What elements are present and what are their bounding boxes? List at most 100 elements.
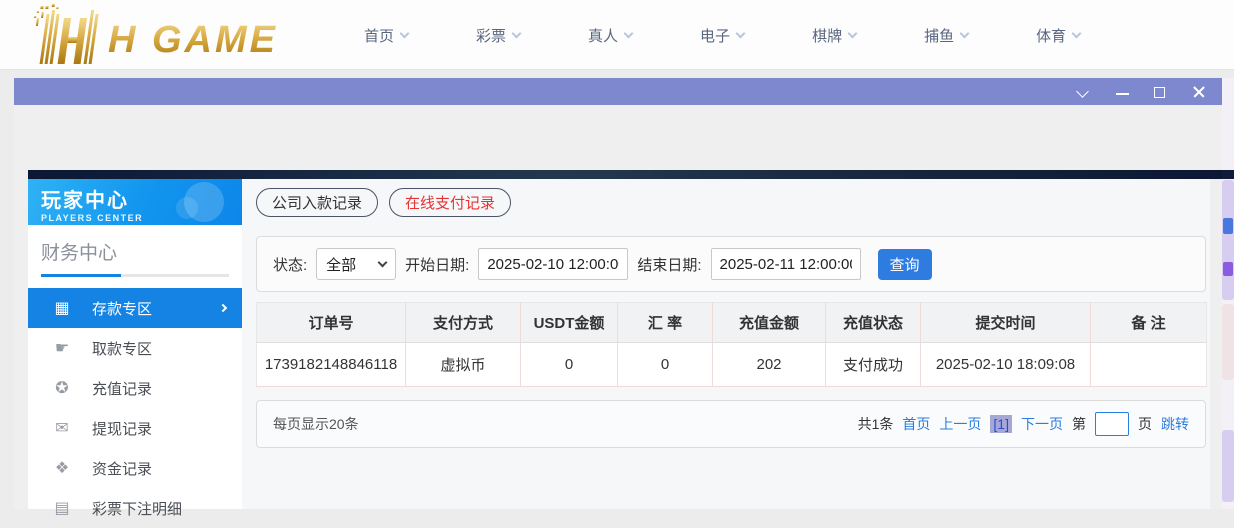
table-header-row: 订单号 支付方式 USDT金额 汇 率 充值金额 充值状态 提交时间 备 注 bbox=[257, 303, 1207, 343]
cell-pay-method: 虚拟币 bbox=[406, 343, 521, 387]
chevron-down-icon bbox=[378, 258, 388, 268]
start-date-input[interactable] bbox=[478, 248, 628, 280]
col-exchange-rate: 汇 率 bbox=[618, 303, 713, 343]
divider-bar bbox=[28, 170, 1232, 179]
cell-submit-time: 2025-02-10 18:09:08 bbox=[921, 343, 1091, 387]
chevron-down-icon bbox=[736, 29, 746, 39]
next-page-link[interactable]: 下一页 bbox=[1021, 414, 1063, 434]
sidebar-item-funds-records[interactable]: ❖ 资金记录 bbox=[28, 448, 242, 488]
sidebar: 玩家中心 PLAYERS CENTER 财务中心 ▦ 存款专区 ☛ 取款专区 ✪… bbox=[28, 179, 242, 509]
tab-company-deposit-records[interactable]: 公司入款记录 bbox=[256, 188, 378, 217]
coins-bag-icon: ❖ bbox=[52, 458, 72, 478]
occluded-page-strip bbox=[1222, 78, 1234, 509]
list-icon: ▤ bbox=[52, 498, 72, 518]
nav-label: 真人 bbox=[588, 25, 618, 46]
table-row: 1739182148846118 虚拟币 0 0 202 支付成功 2025-0… bbox=[257, 343, 1207, 387]
col-recharge-status: 充值状态 bbox=[826, 303, 921, 343]
col-pay-method: 支付方式 bbox=[406, 303, 521, 343]
chevron-down-icon bbox=[624, 29, 634, 39]
nav-item-lottery[interactable]: 彩票 bbox=[442, 25, 554, 46]
logo-mark bbox=[28, 4, 100, 64]
nav-item-sports[interactable]: 体育 bbox=[1002, 25, 1114, 46]
cell-usdt-amount: 0 bbox=[521, 343, 618, 387]
nav-label: 体育 bbox=[1036, 25, 1066, 46]
jump-button[interactable]: 跳转 bbox=[1161, 414, 1189, 434]
occluded-fragment bbox=[1222, 430, 1234, 502]
sidebar-item-withdrawal-records[interactable]: ✉ 提现记录 bbox=[28, 408, 242, 448]
nav-item-fishing[interactable]: 捕鱼 bbox=[890, 25, 1002, 46]
sidebar-item-recharge-records[interactable]: ✪ 充值记录 bbox=[28, 368, 242, 408]
records-table: 订单号 支付方式 USDT金额 汇 率 充值金额 充值状态 提交时间 备 注 1… bbox=[256, 302, 1207, 387]
main-nav: 首页 彩票 真人 电子 棋牌 捕鱼 体育 bbox=[330, 0, 1114, 70]
hand-money-icon: ☛ bbox=[52, 338, 72, 358]
record-tabs: 公司入款记录 在线支付记录 bbox=[256, 188, 511, 217]
logo-text: H GAME bbox=[108, 19, 278, 61]
section-underline bbox=[41, 274, 229, 277]
occluded-fragment bbox=[1222, 304, 1234, 380]
total-count: 共1条 bbox=[858, 414, 894, 434]
current-page-indicator: [1] bbox=[990, 415, 1012, 433]
close-icon[interactable] bbox=[1192, 85, 1206, 99]
col-usdt-amount: USDT金额 bbox=[521, 303, 618, 343]
cell-recharge-amount: 202 bbox=[713, 343, 826, 387]
wallet-icon: ✉ bbox=[52, 418, 72, 438]
prev-page-link[interactable]: 上一页 bbox=[939, 414, 981, 434]
status-select[interactable]: 全部 bbox=[316, 248, 396, 280]
occluded-fragment bbox=[1223, 218, 1233, 234]
col-submit-time: 提交时间 bbox=[921, 303, 1091, 343]
money-bag-icon: ✪ bbox=[52, 378, 72, 398]
nav-label: 捕鱼 bbox=[924, 25, 954, 46]
nav-item-home[interactable]: 首页 bbox=[330, 25, 442, 46]
occluded-divider-fragment bbox=[1222, 170, 1234, 179]
site-logo[interactable]: H GAME bbox=[26, 4, 296, 66]
nav-item-live[interactable]: 真人 bbox=[554, 25, 666, 46]
status-label: 状态: bbox=[273, 254, 307, 275]
nav-label: 棋牌 bbox=[812, 25, 842, 46]
chevron-down-icon bbox=[960, 29, 970, 39]
cell-recharge-status: 支付成功 bbox=[826, 343, 921, 387]
jump-prefix-label: 第 bbox=[1072, 414, 1086, 434]
nav-label: 电子 bbox=[700, 25, 730, 46]
col-recharge-amount: 充值金额 bbox=[713, 303, 826, 343]
pagination-bar: 每页显示20条 共1条 首页 上一页 [1] 下一页 第 页 跳转 bbox=[256, 400, 1206, 448]
cell-exchange-rate: 0 bbox=[618, 343, 713, 387]
first-page-link[interactable]: 首页 bbox=[902, 414, 930, 434]
chevron-down-icon bbox=[848, 29, 858, 39]
pager: 共1条 首页 上一页 [1] 下一页 第 页 跳转 bbox=[858, 412, 1189, 436]
jump-suffix-label: 页 bbox=[1138, 414, 1152, 434]
tab-online-payment-records[interactable]: 在线支付记录 bbox=[389, 188, 511, 217]
bank-card-icon: ▦ bbox=[52, 298, 72, 318]
sidebar-header: 玩家中心 PLAYERS CENTER bbox=[28, 179, 242, 225]
window-titlebar bbox=[14, 78, 1222, 105]
end-date-input[interactable] bbox=[711, 248, 861, 280]
sidebar-item-deposit-zone[interactable]: ▦ 存款专区 bbox=[28, 288, 242, 328]
chevron-right-icon bbox=[219, 304, 227, 312]
end-date-label: 结束日期: bbox=[637, 254, 701, 275]
col-remark: 备 注 bbox=[1091, 303, 1207, 343]
collapse-icon[interactable] bbox=[1078, 85, 1092, 99]
sidebar-item-lottery-bet-details[interactable]: ▤ 彩票下注明细 bbox=[28, 488, 242, 528]
col-order-id: 订单号 bbox=[257, 303, 406, 343]
main-content: 公司入款记录 在线支付记录 状态: 全部 开始日期: 结束日期: 查询 订单号 … bbox=[242, 179, 1210, 509]
sidebar-item-withdraw-zone[interactable]: ☛ 取款专区 bbox=[28, 328, 242, 368]
chevron-down-icon bbox=[1072, 29, 1082, 39]
sidebar-section-title: 财务中心 bbox=[28, 225, 242, 265]
nav-item-slots[interactable]: 电子 bbox=[666, 25, 778, 46]
per-page-text: 每页显示20条 bbox=[273, 414, 359, 434]
maximize-icon[interactable] bbox=[1154, 85, 1168, 99]
occluded-fragment bbox=[1222, 180, 1234, 300]
gamepad-decoration bbox=[176, 197, 198, 219]
page-jump-input[interactable] bbox=[1095, 412, 1129, 436]
minimize-icon[interactable] bbox=[1116, 85, 1130, 99]
cell-remark bbox=[1091, 343, 1207, 387]
site-header: H GAME 首页 彩票 真人 电子 棋牌 捕鱼 体育 bbox=[0, 0, 1234, 70]
nav-label: 彩票 bbox=[476, 25, 506, 46]
cell-order-id: 1739182148846118 bbox=[257, 343, 406, 387]
nav-item-cards[interactable]: 棋牌 bbox=[778, 25, 890, 46]
occluded-fragment bbox=[1223, 262, 1233, 276]
search-button[interactable]: 查询 bbox=[878, 249, 932, 280]
chevron-down-icon bbox=[400, 29, 410, 39]
nav-label: 首页 bbox=[364, 25, 394, 46]
filter-bar: 状态: 全部 开始日期: 结束日期: 查询 bbox=[256, 236, 1206, 292]
chevron-down-icon bbox=[512, 29, 522, 39]
